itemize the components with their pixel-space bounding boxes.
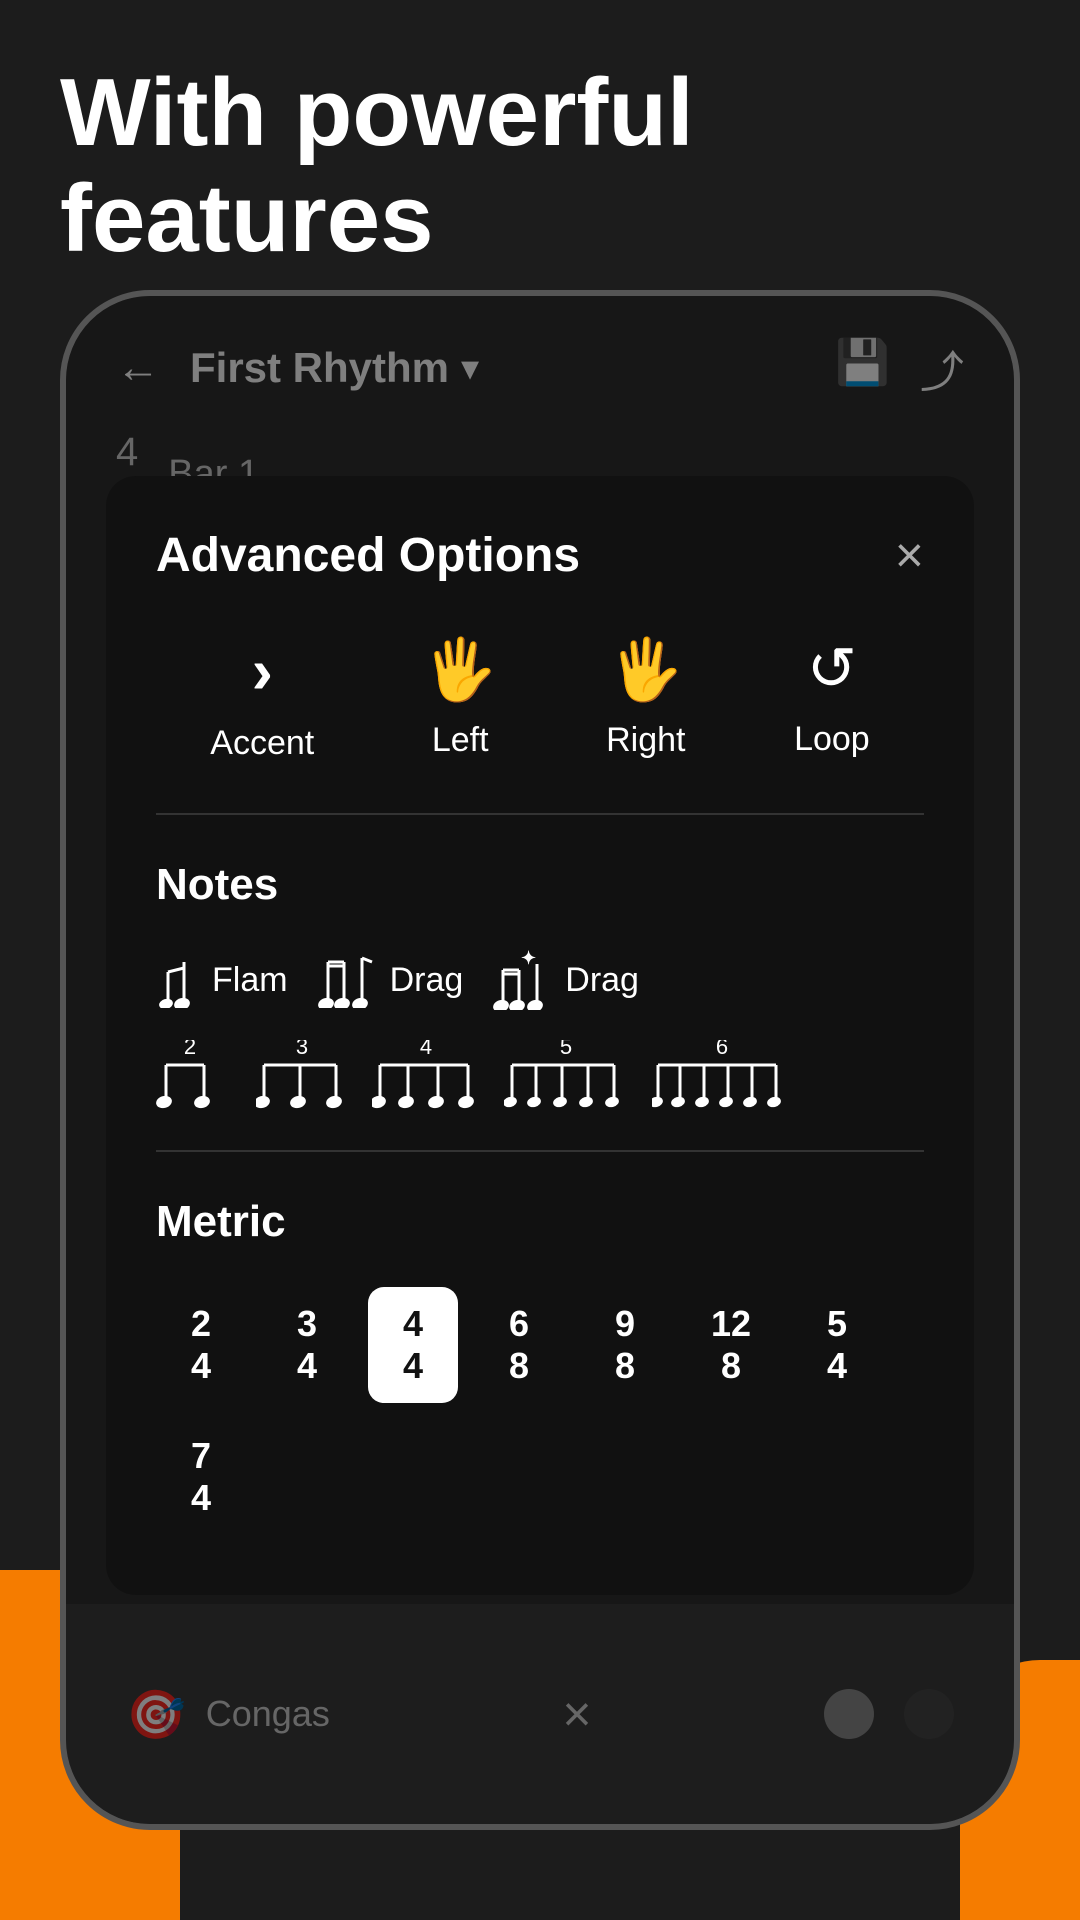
svg-text:6: 6 bbox=[716, 1040, 728, 1059]
metric-4-4[interactable]: 4 4 bbox=[368, 1287, 458, 1403]
page-headline: With powerful features bbox=[60, 60, 1020, 271]
flam-icon bbox=[156, 952, 200, 1008]
metric-4-4-num: 4 bbox=[403, 1303, 423, 1345]
metric-9-8[interactable]: 9 8 bbox=[580, 1287, 670, 1403]
option-right[interactable]: 🖐 Right bbox=[606, 634, 685, 763]
phone-screen: ← First Rhythm ▾ 💾 ⤴ 4 4 Bar 1 bbox=[66, 296, 1014, 1824]
divider-1 bbox=[156, 813, 924, 815]
left-label: Left bbox=[432, 721, 489, 760]
metric-3-4-num: 3 bbox=[297, 1303, 317, 1345]
notes-items-row: Flam bbox=[156, 950, 924, 1010]
metric-3-4[interactable]: 3 4 bbox=[262, 1287, 352, 1403]
metric-6-8-den: 8 bbox=[509, 1345, 529, 1387]
tuplet-2-icon: 2 bbox=[156, 1040, 236, 1110]
tuplet-4[interactable]: 4 bbox=[372, 1040, 484, 1110]
left-hand-icon: 🖐 bbox=[423, 634, 498, 705]
svg-text:2: 2 bbox=[184, 1040, 196, 1059]
metric-7-4-num: 7 bbox=[191, 1435, 211, 1477]
metric-9-8-num: 9 bbox=[615, 1303, 635, 1345]
metric-4-4-den: 4 bbox=[403, 1345, 423, 1387]
page-background: With powerful features ← First Rhythm ▾ … bbox=[0, 0, 1080, 1920]
metric-6-8-num: 6 bbox=[509, 1303, 529, 1345]
svg-text:✦: ✦ bbox=[521, 950, 536, 968]
metric-9-8-den: 8 bbox=[615, 1345, 635, 1387]
tuplet-5-icon: 5 bbox=[504, 1040, 632, 1110]
tuplet-6-icon: 6 bbox=[652, 1040, 796, 1110]
metric-12-8[interactable]: 12 8 bbox=[686, 1287, 776, 1403]
accent-icon: › bbox=[252, 634, 273, 708]
loop-label: Loop bbox=[794, 720, 870, 759]
svg-text:4: 4 bbox=[420, 1040, 432, 1059]
phone-frame: ← First Rhythm ▾ 💾 ⤴ 4 4 Bar 1 bbox=[60, 290, 1020, 1830]
option-accent[interactable]: › Accent bbox=[210, 634, 314, 763]
divider-2 bbox=[156, 1150, 924, 1152]
metric-7-4-den: 4 bbox=[191, 1477, 211, 1519]
metric-6-8[interactable]: 6 8 bbox=[474, 1287, 564, 1403]
drag2-icon: ✦ bbox=[493, 950, 553, 1010]
option-left[interactable]: 🖐 Left bbox=[423, 634, 498, 763]
drag2-label: Drag bbox=[565, 961, 639, 1000]
right-label: Right bbox=[606, 721, 685, 760]
tuplet-5[interactable]: 5 bbox=[504, 1040, 632, 1110]
note-drag-1[interactable]: Drag bbox=[318, 952, 464, 1008]
tuplet-6[interactable]: 6 bbox=[652, 1040, 796, 1110]
metric-2-4-den: 4 bbox=[191, 1345, 211, 1387]
drag1-label: Drag bbox=[390, 961, 464, 1000]
metric-3-4-den: 4 bbox=[297, 1345, 317, 1387]
metric-12-8-den: 8 bbox=[721, 1345, 741, 1387]
modal-header: Advanced Options × bbox=[156, 526, 924, 584]
advanced-options-modal: Advanced Options × › Accent 🖐 Left 🖐 bbox=[106, 476, 974, 1595]
notes-section-title: Notes bbox=[156, 860, 924, 910]
tuplet-2[interactable]: 2 bbox=[156, 1040, 236, 1110]
note-flam[interactable]: Flam bbox=[156, 952, 288, 1008]
tuplet-3-icon: 3 bbox=[256, 1040, 352, 1110]
metric-section-title: Metric bbox=[156, 1197, 924, 1247]
metric-5-4-num: 5 bbox=[827, 1303, 847, 1345]
tuplets-row: 2 3 bbox=[156, 1040, 924, 1110]
modal-close-button[interactable]: × bbox=[895, 526, 924, 584]
tuplet-4-icon: 4 bbox=[372, 1040, 484, 1110]
metric-2-4[interactable]: 2 4 bbox=[156, 1287, 246, 1403]
metric-2-4-num: 2 bbox=[191, 1303, 211, 1345]
metric-7-4[interactable]: 7 4 bbox=[156, 1419, 246, 1535]
options-row: › Accent 🖐 Left 🖐 Right ↺ Loop bbox=[156, 634, 924, 763]
option-loop[interactable]: ↺ Loop bbox=[794, 634, 870, 763]
metric-5-4[interactable]: 5 4 bbox=[792, 1287, 882, 1403]
metric-items-row: 2 4 3 4 4 4 6 8 bbox=[156, 1287, 924, 1535]
note-drag-2[interactable]: ✦ Drag bbox=[493, 950, 639, 1010]
accent-label: Accent bbox=[210, 724, 314, 763]
metric-12-8-num: 12 bbox=[711, 1303, 751, 1345]
modal-title: Advanced Options bbox=[156, 528, 580, 583]
right-hand-icon: 🖐 bbox=[608, 634, 683, 705]
svg-text:3: 3 bbox=[296, 1040, 308, 1059]
svg-text:5: 5 bbox=[560, 1040, 572, 1059]
tuplet-3[interactable]: 3 bbox=[256, 1040, 352, 1110]
drag1-icon bbox=[318, 952, 378, 1008]
metric-5-4-den: 4 bbox=[827, 1345, 847, 1387]
flam-label: Flam bbox=[212, 961, 288, 1000]
loop-icon: ↺ bbox=[807, 634, 857, 704]
